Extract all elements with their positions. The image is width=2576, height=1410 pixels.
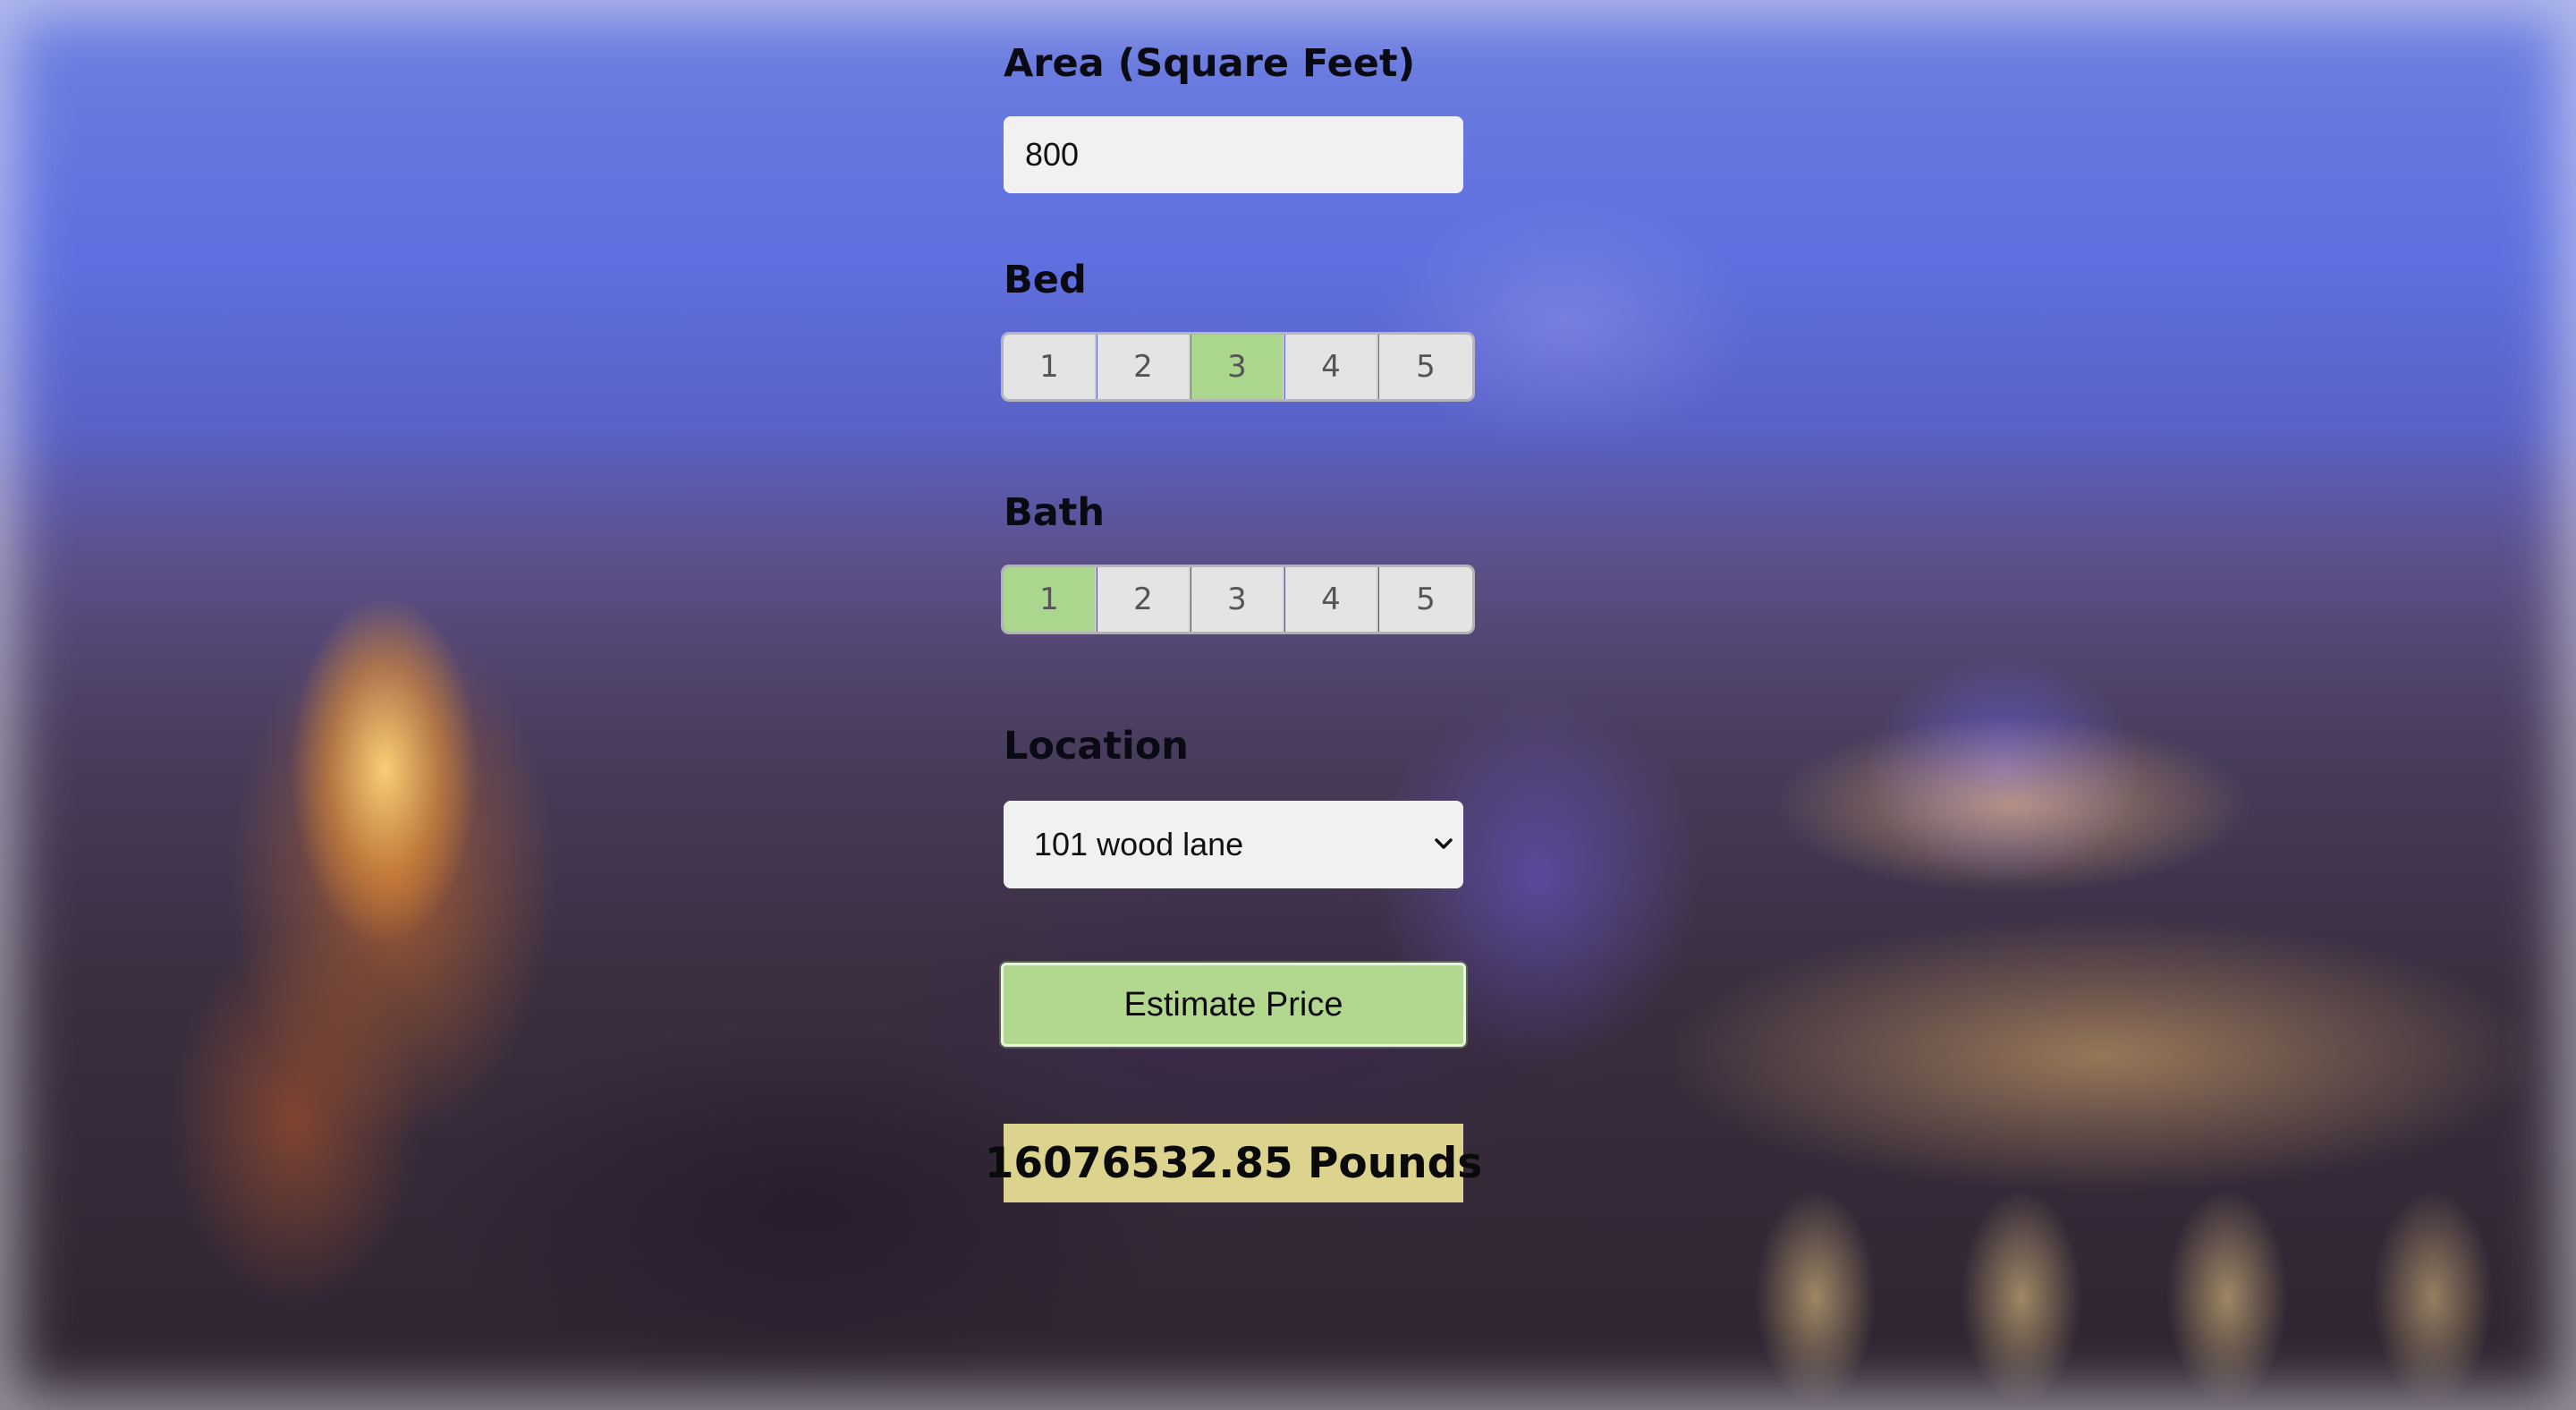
bed-selector: 1 2 3 4 5 [1004,335,1472,399]
bed-option[interactable]: 5 [1379,335,1472,399]
bed-option[interactable]: 3 [1191,335,1284,399]
location-label: Location [1004,724,1189,769]
bed-option[interactable]: 2 [1097,335,1191,399]
area-input[interactable] [1004,116,1463,193]
bath-selector: 1 2 3 4 5 [1004,567,1472,632]
location-selected-value: 101 wood lane [1034,826,1244,862]
bed-option[interactable]: 1 [1004,335,1097,399]
bath-option[interactable]: 3 [1191,567,1284,632]
bath-option[interactable]: 2 [1097,567,1191,632]
location-select[interactable]: 101 wood lane [1004,801,1463,888]
bed-option[interactable]: 4 [1285,335,1378,399]
estimate-price-button[interactable]: Estimate Price [1001,963,1466,1047]
bath-option[interactable]: 5 [1379,567,1472,632]
bath-option[interactable]: 1 [1004,567,1097,632]
area-label: Area (Square Feet) [1004,41,1416,86]
estimated-price-text: 16076532.85 Pounds [984,1138,1483,1188]
bath-option[interactable]: 4 [1285,567,1378,632]
chevron-down-icon [1435,838,1453,849]
bed-label: Bed [1004,258,1087,302]
estimated-price-output: 16076532.85 Pounds [985,1124,1482,1202]
bath-label: Bath [1004,490,1105,535]
